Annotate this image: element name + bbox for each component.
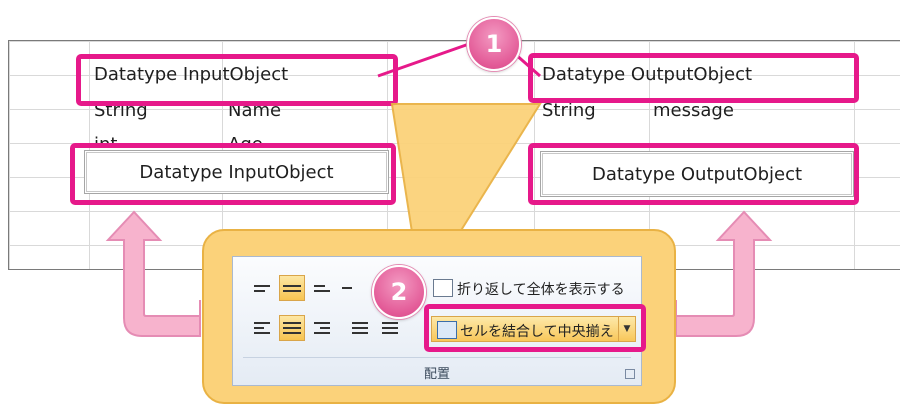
align-middle-button[interactable] [279, 275, 305, 301]
align-bottom-button[interactable] [311, 277, 333, 299]
wrap-text-label[interactable]: 折り返して全体を表示する [457, 279, 625, 299]
orientation-icon[interactable] [339, 277, 361, 299]
callout-funnel [390, 103, 542, 233]
align-top-button[interactable] [251, 277, 273, 299]
step-2-badge: 2 [372, 265, 426, 319]
align-center-button[interactable] [279, 315, 305, 341]
group-label-alignment: 配置 [423, 367, 450, 382]
highlight-merge-center [424, 304, 646, 352]
wrap-text-icon [433, 279, 453, 297]
align-left-button[interactable] [251, 317, 273, 339]
group-separator [243, 357, 631, 358]
dialog-launcher-icon[interactable] [625, 369, 635, 379]
increase-indent-icon[interactable] [379, 317, 401, 339]
decrease-indent-icon[interactable] [349, 317, 371, 339]
step-1-badge: 1 [467, 17, 521, 71]
align-right-button[interactable] [311, 317, 333, 339]
